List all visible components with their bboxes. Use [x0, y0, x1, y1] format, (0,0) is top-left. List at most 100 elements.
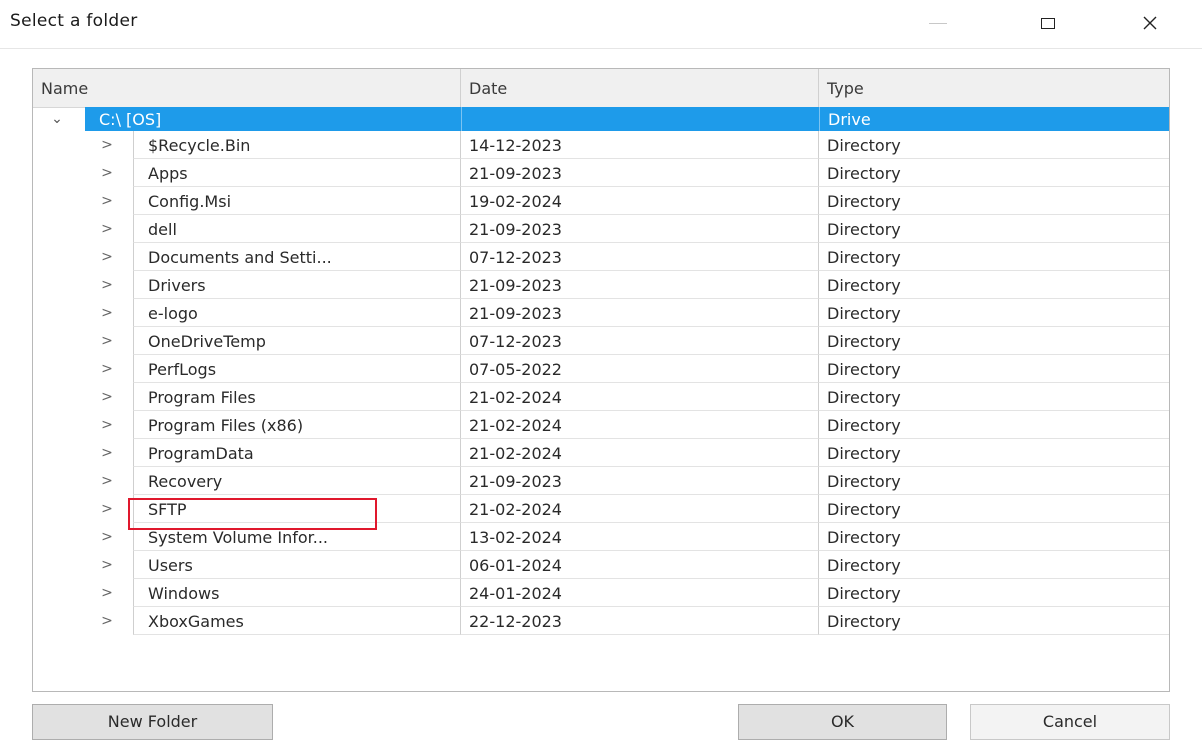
folder-date: 21-02-2024 [461, 411, 819, 439]
folder-date: 24-01-2024 [461, 579, 819, 607]
folder-date: 14-12-2023 [461, 131, 819, 159]
folder-name: Users [133, 551, 461, 579]
folder-date: 13-02-2024 [461, 523, 819, 551]
folder-type: Directory [819, 495, 1169, 523]
folder-type: Directory [819, 607, 1169, 635]
chevron-right-icon[interactable]: > [99, 523, 115, 551]
folder-name: ProgramData [133, 439, 461, 467]
chevron-right-icon[interactable]: > [99, 607, 115, 635]
folder-name: System Volume Infor... [133, 523, 461, 551]
tree-row[interactable]: > Program Files (x86) 21-02-2024 Directory [33, 411, 1169, 439]
ok-button[interactable]: OK [738, 704, 947, 740]
selection-highlight [85, 107, 1169, 131]
chevron-right-icon[interactable]: > [99, 187, 115, 215]
folder-date: 21-02-2024 [461, 383, 819, 411]
tree-row[interactable]: > SFTP 21-02-2024 Directory [33, 495, 1169, 523]
tree-row[interactable]: > Apps 21-09-2023 Directory [33, 159, 1169, 187]
folder-date: 21-02-2024 [461, 495, 819, 523]
tree-row[interactable]: > Config.Msi 19-02-2024 Directory [33, 187, 1169, 215]
maximize-button[interactable] [1026, 8, 1070, 38]
chevron-right-icon[interactable]: > [99, 271, 115, 299]
chevron-right-icon[interactable]: > [99, 467, 115, 495]
tree-row[interactable]: > Recovery 21-09-2023 Directory [33, 467, 1169, 495]
chevron-right-icon[interactable]: > [99, 495, 115, 523]
folder-type: Directory [819, 187, 1169, 215]
chevron-right-icon[interactable]: > [99, 243, 115, 271]
folder-name: Windows [133, 579, 461, 607]
minimize-button[interactable] [916, 8, 960, 38]
folder-type: Directory [819, 327, 1169, 355]
tree-row[interactable]: > e-logo 21-09-2023 Directory [33, 299, 1169, 327]
chevron-right-icon[interactable]: > [99, 383, 115, 411]
tree-row[interactable]: > XboxGames 22-12-2023 Directory [33, 607, 1169, 635]
chevron-right-icon[interactable]: > [99, 411, 115, 439]
folder-date: 21-09-2023 [461, 215, 819, 243]
drive-date-divider [461, 107, 462, 131]
chevron-right-icon[interactable]: > [99, 215, 115, 243]
folder-date: 21-09-2023 [461, 299, 819, 327]
folder-name: $Recycle.Bin [133, 131, 461, 159]
cancel-button[interactable]: Cancel [970, 704, 1170, 740]
tree-rows: ⌄ C:\ [OS] Drive > $Recycle.Bin 14-12-2023… [33, 107, 1169, 635]
column-header: Name Date Type [33, 69, 1169, 108]
tree-row[interactable]: > OneDriveTemp 07-12-2023 Directory [33, 327, 1169, 355]
folder-name: OneDriveTemp [133, 327, 461, 355]
folder-name: XboxGames [133, 607, 461, 635]
folder-date: 06-01-2024 [461, 551, 819, 579]
column-header-date[interactable]: Date [461, 69, 819, 107]
folder-type: Directory [819, 159, 1169, 187]
folder-name: e-logo [133, 299, 461, 327]
chevron-right-icon[interactable]: > [99, 299, 115, 327]
folder-type: Directory [819, 383, 1169, 411]
folder-type: Directory [819, 551, 1169, 579]
folder-type: Directory [819, 411, 1169, 439]
tree-row[interactable]: > ProgramData 21-02-2024 Directory [33, 439, 1169, 467]
tree-row[interactable]: > $Recycle.Bin 14-12-2023 Directory [33, 131, 1169, 159]
close-button[interactable] [1128, 8, 1172, 38]
tree-row[interactable]: > Documents and Setti... 07-12-2023 Directo… [33, 243, 1169, 271]
tree-row[interactable]: > System Volume Infor... 13-02-2024 Directo… [33, 523, 1169, 551]
drive-name: C:\ [OS] [99, 110, 162, 129]
tree-row[interactable]: > Drivers 21-09-2023 Directory [33, 271, 1169, 299]
column-header-name[interactable]: Name [33, 69, 461, 107]
folder-tree[interactable]: Name Date Type ⌄ C:\ [OS] Drive > $Recycl… [32, 68, 1170, 692]
tree-row-drive[interactable]: ⌄ C:\ [OS] Drive [33, 107, 1169, 131]
folder-type: Directory [819, 271, 1169, 299]
title-bar: Select a folder [0, 0, 1202, 49]
chevron-right-icon[interactable]: > [99, 355, 115, 383]
folder-type: Directory [819, 523, 1169, 551]
chevron-right-icon[interactable]: > [99, 131, 115, 159]
folder-date: 07-05-2022 [461, 355, 819, 383]
chevron-right-icon[interactable]: > [99, 327, 115, 355]
column-header-type[interactable]: Type [819, 69, 1169, 107]
folder-name: Documents and Setti... [133, 243, 461, 271]
folder-type: Directory [819, 131, 1169, 159]
tree-row[interactable]: > Windows 24-01-2024 Directory [33, 579, 1169, 607]
window-title: Select a folder [10, 11, 138, 31]
drive-type: Drive [819, 107, 871, 131]
folder-date: 21-02-2024 [461, 439, 819, 467]
folder-date: 07-12-2023 [461, 327, 819, 355]
chevron-right-icon[interactable]: > [99, 439, 115, 467]
chevron-right-icon[interactable]: > [99, 551, 115, 579]
folder-date: 21-09-2023 [461, 159, 819, 187]
select-folder-dialog: Select a folder Name Date Type ⌄ C:\ [OS… [0, 0, 1202, 740]
tree-row[interactable]: > Program Files 21-02-2024 Directory [33, 383, 1169, 411]
folder-date: 21-09-2023 [461, 467, 819, 495]
tree-row[interactable]: > dell 21-09-2023 Directory [33, 215, 1169, 243]
chevron-right-icon[interactable]: > [99, 579, 115, 607]
folder-type: Directory [819, 355, 1169, 383]
folder-date: 07-12-2023 [461, 243, 819, 271]
tree-row[interactable]: > Users 06-01-2024 Directory [33, 551, 1169, 579]
folder-type: Directory [819, 299, 1169, 327]
new-folder-button[interactable]: New Folder [32, 704, 273, 740]
chevron-right-icon[interactable]: > [99, 159, 115, 187]
folder-date: 22-12-2023 [461, 607, 819, 635]
folder-name: Recovery [133, 467, 461, 495]
folder-type: Directory [819, 439, 1169, 467]
chevron-down-icon[interactable]: ⌄ [47, 107, 67, 131]
folder-name: Apps [133, 159, 461, 187]
tree-row[interactable]: > PerfLogs 07-05-2022 Directory [33, 355, 1169, 383]
folder-name: Program Files (x86) [133, 411, 461, 439]
folder-date: 19-02-2024 [461, 187, 819, 215]
